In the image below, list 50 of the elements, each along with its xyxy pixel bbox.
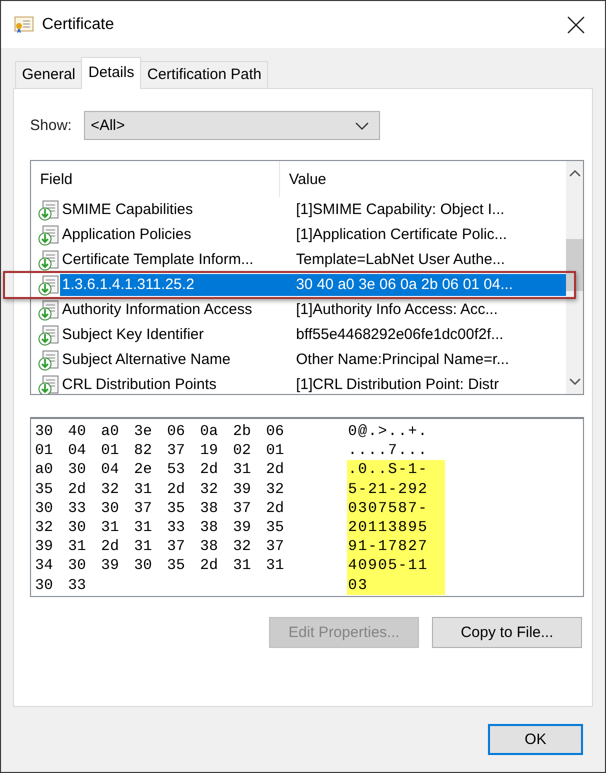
ascii-text: 20113895 xyxy=(347,518,445,538)
ascii-text: 5-21-292 xyxy=(347,480,445,499)
ascii-text: 03 xyxy=(347,576,445,595)
chevron-down-icon xyxy=(568,378,580,386)
hex-bytes: 01 04 01 82 37 19 02 01 xyxy=(35,442,286,460)
field-row[interactable]: SMIME Capabilities [1]SMIME Capability: Object I... xyxy=(60,198,566,220)
hex-bytes: 34 30 39 30 35 2d 31 31 xyxy=(35,557,286,574)
show-dropdown[interactable]: <All> xyxy=(84,111,380,140)
chevron-down-icon xyxy=(354,122,369,130)
tab[interactable]: General xyxy=(15,61,82,88)
field-icon xyxy=(38,324,60,346)
scrollbar-thumb[interactable] xyxy=(566,239,583,291)
hex-bytes: 35 2d 32 31 2d 32 39 32 xyxy=(35,480,286,498)
ascii-text: 91-17827 xyxy=(347,537,445,556)
ok-button[interactable]: OK xyxy=(488,724,583,755)
ascii-text: 0307587- xyxy=(347,498,445,518)
ascii-text: 40905-11 xyxy=(347,556,445,576)
ascii-text: .0..S-1- xyxy=(347,460,445,480)
hex-bytes: 39 31 2d 31 37 38 32 37 xyxy=(35,538,286,556)
show-label: Show: xyxy=(30,117,72,134)
ascii-text: 0@.>..+. xyxy=(347,422,430,442)
field-row[interactable]: CRL Distribution Points [1]CRL Distribution Point: Distr xyxy=(60,374,566,394)
field-icon xyxy=(38,298,60,320)
chevron-up-icon xyxy=(568,169,580,177)
column-header[interactable]: Field xyxy=(31,161,280,197)
field-icon xyxy=(38,248,60,270)
field-row[interactable]: Certificate Template Inform... Template=LabNet User Authe... xyxy=(60,248,566,270)
window-title: Certificate xyxy=(42,16,116,34)
tab[interactable]: Certification Path xyxy=(140,61,268,88)
column-header[interactable]: Value xyxy=(280,161,326,197)
hex-bytes: 32 30 31 31 33 38 39 35 xyxy=(35,519,286,536)
panel-button[interactable]: Copy to File... xyxy=(432,617,582,648)
scrollbar[interactable] xyxy=(566,161,583,394)
hex-bytes: 30 40 a0 3e 06 0a 2b 06 xyxy=(35,423,286,440)
ascii-text: ....7... xyxy=(347,441,430,460)
tab[interactable]: Details xyxy=(81,57,142,89)
field-row[interactable]: Authority Information Access [1]Authority Info Access: Acc... xyxy=(60,298,566,320)
hex-bytes: 30 33 30 37 35 38 37 2d xyxy=(35,500,286,517)
close-icon[interactable] xyxy=(567,16,585,34)
field-row[interactable]: Application Policies [1]Application Certificate Polic... xyxy=(60,224,566,246)
field-icon xyxy=(38,198,60,220)
certificate-icon xyxy=(14,16,34,34)
hex-bytes: 30 33 xyxy=(35,576,88,594)
hex-bytes: a0 30 04 2e 53 2d 31 2d xyxy=(35,461,286,478)
field-row[interactable]: Subject Alternative Name Other Name:Principal Name=r... xyxy=(60,348,566,370)
field-icon xyxy=(38,274,60,296)
field-row[interactable]: 1.3.6.1.4.1.311.25.2 30 40 a0 3e 06 0a 2b 06 01 04... xyxy=(60,274,566,296)
field-icon xyxy=(38,224,60,246)
field-icon xyxy=(38,348,60,370)
field-row[interactable]: Subject Key Identifier bff55e4468292e06fe1dc00f2f... xyxy=(60,324,566,346)
